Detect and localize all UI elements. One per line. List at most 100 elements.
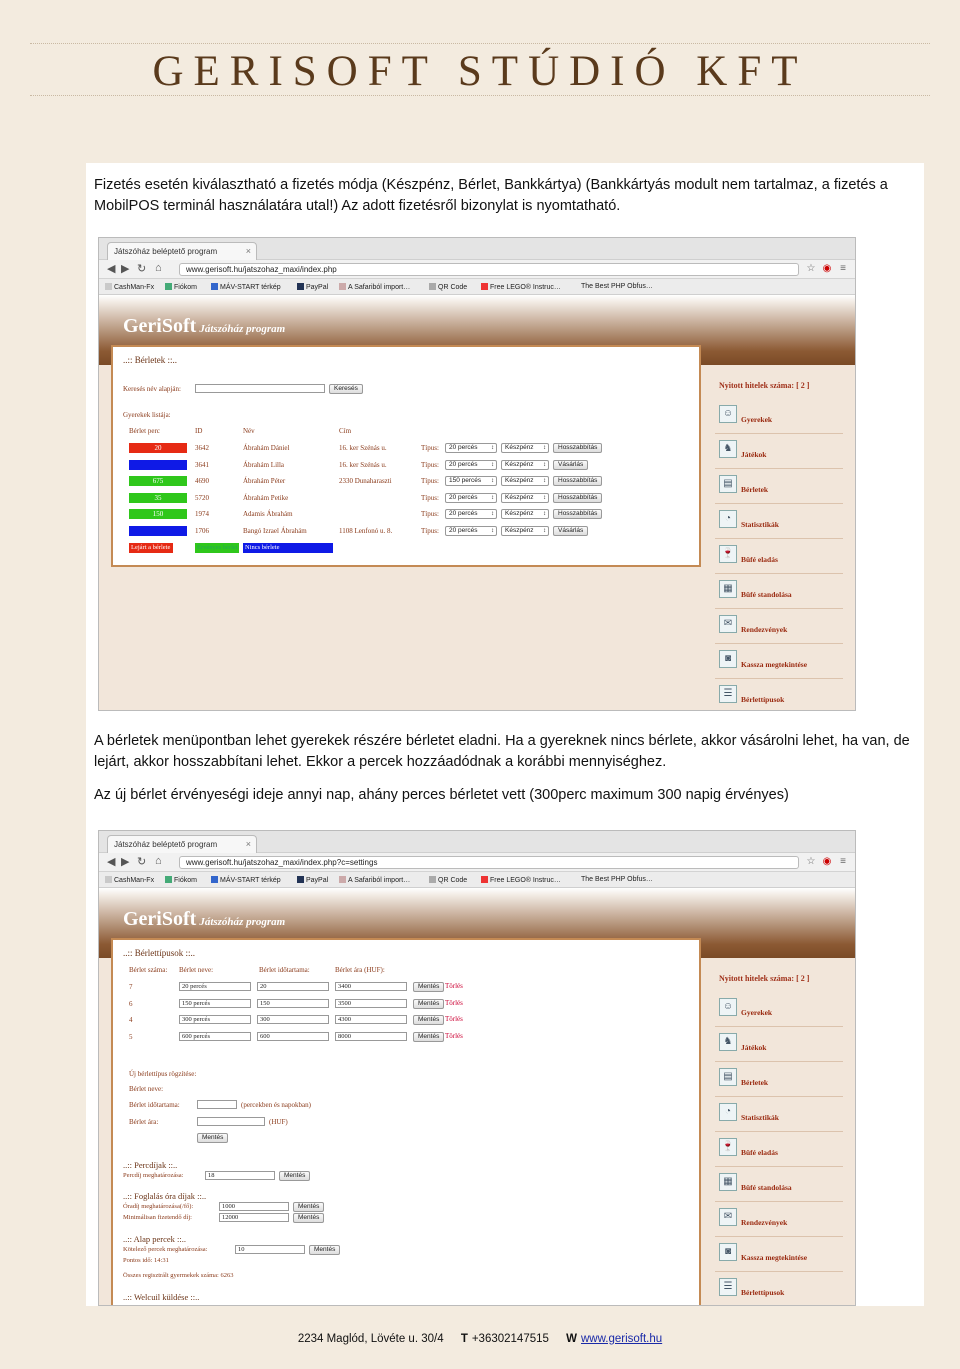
sidebar-item-7[interactable]: ◙ Kassza megtekintése [715,646,843,679]
home-icon[interactable]: ⌂ [155,262,162,274]
type-select[interactable]: 20 percés [445,509,497,519]
reload-icon[interactable]: ↻ [137,855,146,868]
bookmark-qr[interactable]: QR Code [429,283,467,291]
menu-icon[interactable]: ≡ [837,263,849,275]
pass-delete-link[interactable]: Törlés [445,1015,463,1023]
home-icon[interactable]: ⌂ [155,855,162,867]
sidebar-item-5[interactable]: ▦ Büfé standolása [715,576,843,609]
sidebar-item-6[interactable]: ✉ Rendezvények [715,1204,843,1237]
sidebar-item-6[interactable]: ✉ Rendezvények [715,611,843,644]
payment-select[interactable]: Készpénz [501,476,549,486]
bookmark-lego[interactable]: Free LEGO® Instruc… [481,283,561,291]
bookmark-safari[interactable]: A Safariból import… [339,876,410,884]
sidebar-item-3[interactable]: ◔ Statisztikák [715,1099,843,1132]
new-duration-input[interactable] [197,1100,237,1109]
payment-select[interactable]: Készpénz [501,525,549,536]
pass-price-input[interactable]: 4300 [335,1015,407,1024]
pass-price-input[interactable]: 3500 [335,998,407,1008]
pass-save-button[interactable]: Mentés [413,1031,445,1042]
bookmark-php[interactable]: The Best PHP Obfus… [581,876,653,883]
payment-select[interactable]: Készpénz [501,459,549,470]
pass-duration-input[interactable]: 20 [257,982,329,991]
foglalas-input-1[interactable]: 1000 [219,1202,289,1211]
sidebar-item-8[interactable]: ☰ Bérlettípusok [715,1274,843,1305]
search-input[interactable] [195,384,325,393]
foglalas-save-button-2[interactable]: Mentés [293,1213,325,1223]
pass-name-input[interactable]: 20 percés [179,982,251,991]
back-icon[interactable]: ◀ [107,855,115,868]
sidebar-item-8[interactable]: ☰ Bérlettípusok [715,681,843,710]
extension-icon[interactable]: ◉ [821,856,833,868]
url-field[interactable]: www.gerisoft.hu/jatszohaz_maxi/index.php… [179,856,799,869]
bookmark-fiokom[interactable]: Fiókom [165,283,197,291]
star-icon[interactable]: ☆ [805,856,817,868]
bookmark-php[interactable]: The Best PHP Obfus… [581,283,653,290]
action-button[interactable]: Hosszabbítás [553,509,603,519]
new-price-input[interactable] [197,1117,265,1126]
sidebar-item-7[interactable]: ◙ Kassza megtekintése [715,1239,843,1272]
bookmark-lego[interactable]: Free LEGO® Instruc… [481,876,561,884]
percdij-input[interactable]: 18 [205,1171,275,1180]
search-button[interactable]: Keresés [329,384,363,394]
bookmark-mav[interactable]: MÁV-START térkép [211,283,281,291]
payment-select[interactable]: Készpénz [501,509,549,519]
extension-icon[interactable]: ◉ [821,263,833,275]
alap-input[interactable]: 10 [235,1245,305,1254]
pass-duration-input[interactable]: 600 [257,1031,329,1041]
sidebar-item-4[interactable]: 🍷 Büfé eladás [715,541,843,574]
payment-select[interactable]: Készpénz [501,492,549,503]
open-credits[interactable]: Nyitott hitelek száma: [ 2 ] [719,381,809,390]
pass-name-input[interactable]: 300 percés [179,1015,251,1024]
bookmark-fiokom[interactable]: Fiókom [165,876,197,884]
reload-icon[interactable]: ↻ [137,262,146,275]
star-icon[interactable]: ☆ [805,263,817,275]
action-button[interactable]: Hosszabbítás [553,476,603,486]
browser-tab[interactable]: Játszóház beléptető program × [107,242,257,260]
pass-price-input[interactable]: 3400 [335,982,407,991]
pass-save-button[interactable]: Mentés [413,982,445,992]
pass-save-button[interactable]: Mentés [413,1015,445,1025]
type-select[interactable]: 20 percés [445,443,497,453]
type-select[interactable]: 20 percés [445,525,497,536]
sidebar-item-3[interactable]: ◔ Statisztikák [715,506,843,539]
percdij-save-button[interactable]: Mentés [279,1171,311,1181]
sidebar-item-5[interactable]: ▦ Büfé standolása [715,1169,843,1202]
bookmark-paypal[interactable]: PayPal [297,876,328,884]
alap-save-button[interactable]: Mentés [309,1245,341,1255]
sidebar-item-2[interactable]: ▤ Bérletek [715,471,843,504]
action-button[interactable]: Hosszabbítás [553,492,603,503]
forward-icon[interactable]: ▶ [121,262,129,275]
pass-duration-input[interactable]: 150 [257,998,329,1008]
foglalas-save-button-1[interactable]: Mentés [293,1202,325,1212]
close-icon[interactable]: × [246,839,251,849]
pass-delete-link[interactable]: Törlés [445,982,463,990]
footer-web-link[interactable]: www.gerisoft.hu [581,1333,662,1345]
bookmark-qr[interactable]: QR Code [429,876,467,884]
sidebar-item-2[interactable]: ▤ Bérletek [715,1064,843,1097]
pass-duration-input[interactable]: 300 [257,1015,329,1024]
sidebar-item-1[interactable]: ♞ Játékok [715,436,843,469]
pass-name-input[interactable]: 150 percés [179,998,251,1008]
payment-select[interactable]: Készpénz [501,443,549,453]
new-save-button[interactable]: Mentés [197,1133,229,1143]
browser-tab[interactable]: Játszóház beléptető program × [107,835,257,853]
pass-price-input[interactable]: 8000 [335,1031,407,1041]
pass-name-input[interactable]: 600 percés [179,1031,251,1041]
sidebar-item-0[interactable]: ☺ Gyerekek [715,401,843,434]
action-button[interactable]: Vásárlás [553,525,589,536]
type-select[interactable]: 20 percés [445,492,497,503]
open-credits[interactable]: Nyitott hitelek száma: [ 2 ] [719,974,809,983]
back-icon[interactable]: ◀ [107,262,115,275]
action-button[interactable]: Hosszabbítás [553,443,603,453]
sidebar-item-4[interactable]: 🍷 Büfé eladás [715,1134,843,1167]
foglalas-input-2[interactable]: 12000 [219,1213,289,1222]
close-icon[interactable]: × [246,246,251,256]
type-select[interactable]: 150 percés [445,476,497,486]
bookmark-safari[interactable]: A Safariból import… [339,283,410,291]
sidebar-item-1[interactable]: ♞ Játékok [715,1029,843,1062]
bookmark-cashman[interactable]: CashMan-Fx [105,876,154,884]
url-field[interactable]: www.gerisoft.hu/jatszohaz_maxi/index.php [179,263,799,276]
action-button[interactable]: Vásárlás [553,459,589,470]
pass-save-button[interactable]: Mentés [413,998,445,1009]
type-select[interactable]: 20 percés [445,459,497,470]
